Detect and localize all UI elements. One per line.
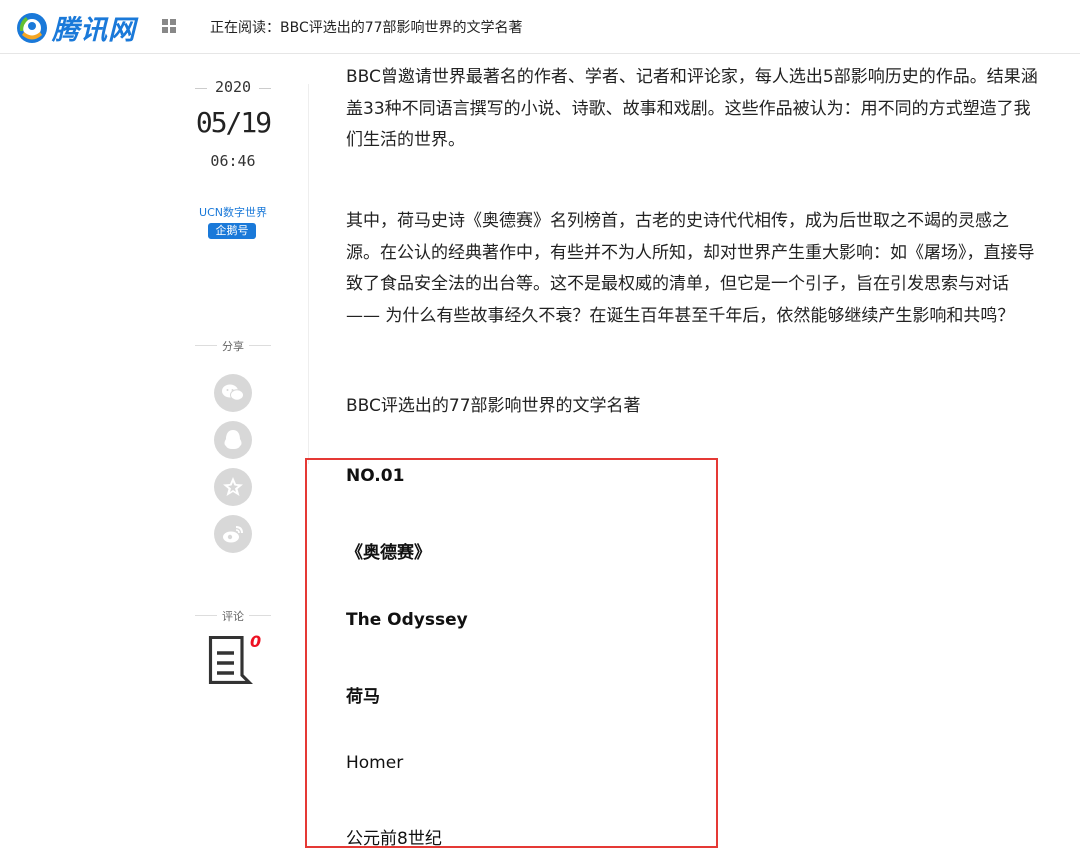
share-label: 分享 [195, 338, 271, 354]
publish-year: 2020 [195, 78, 271, 96]
qzone-share-button[interactable] [214, 468, 252, 506]
qq-share-button[interactable] [214, 421, 252, 459]
publish-time: 06:46 [210, 152, 256, 170]
article-subheading: BBC评选出的77部影响世界的文学名著 [346, 396, 641, 416]
author-badge: 企鹅号 [208, 223, 256, 239]
weibo-icon [223, 526, 243, 543]
qzone-star-icon [223, 477, 243, 496]
comment-count: 0 [250, 632, 262, 651]
publish-month-day: 05/19 [195, 106, 272, 139]
sidebar-divider [308, 84, 309, 464]
weibo-share-button[interactable] [214, 515, 252, 553]
top-bar: 腾讯网 正在阅读：BBC评选出的77部影响世界的文学名著 [0, 0, 1080, 54]
menu-grid-icon[interactable] [162, 19, 176, 33]
now-reading-title: 正在阅读：BBC评选出的77部影响世界的文学名著 [210, 20, 523, 36]
article-paragraph: BBC曾邀请世界最著名的作者、学者、记者和评论家，每人选出5部影响历史的作品。结… [346, 67, 1038, 150]
tencent-logo-icon [14, 10, 50, 46]
qq-icon [224, 430, 242, 449]
author-link[interactable]: UCN数字世界 [190, 204, 276, 220]
wechat-icon [222, 384, 244, 401]
highlight-box [305, 458, 718, 848]
article-paragraph: 其中，荷马史诗《奥德赛》名列榜首，古老的史诗代代相传，成为后世取之不竭的灵感之源… [346, 211, 1035, 326]
tencent-logo[interactable]: 腾讯网 [14, 8, 136, 47]
wechat-share-button[interactable] [214, 374, 252, 412]
logo-text: 腾讯网 [52, 15, 136, 46]
comment-label: 评论 [195, 608, 271, 624]
